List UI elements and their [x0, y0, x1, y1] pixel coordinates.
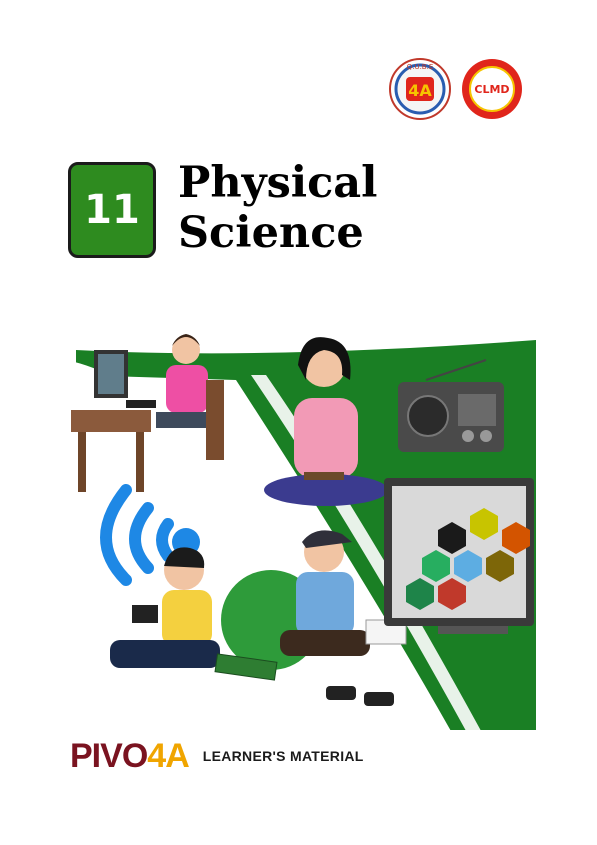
svg-text:4A: 4A [408, 81, 432, 100]
grade-number: 11 [84, 187, 140, 233]
header-logos: Q.U.B.E 4A CLMD [389, 58, 522, 120]
pivot-logo: PIVO4A [70, 737, 190, 775]
title-line-2: Science [178, 208, 364, 258]
qube-seal-logo: Q.U.B.E 4A [389, 58, 451, 120]
title-line-1: Physical [178, 158, 378, 208]
clmd-seal-logo: CLMD [462, 59, 522, 119]
pivot-brand: PIVO4A LEARNER'S MATERIAL [70, 738, 364, 774]
clmd-seal-text: CLMD [474, 83, 509, 96]
girl-at-desk-illustration [156, 334, 224, 460]
learners-material-label: LEARNER'S MATERIAL [202, 748, 364, 764]
grade-badge: 11 [68, 162, 156, 258]
page-title: Physical Science [178, 158, 378, 258]
cover-illustration [66, 334, 536, 730]
qube-seal-text: Q.U.B.E [407, 63, 434, 71]
